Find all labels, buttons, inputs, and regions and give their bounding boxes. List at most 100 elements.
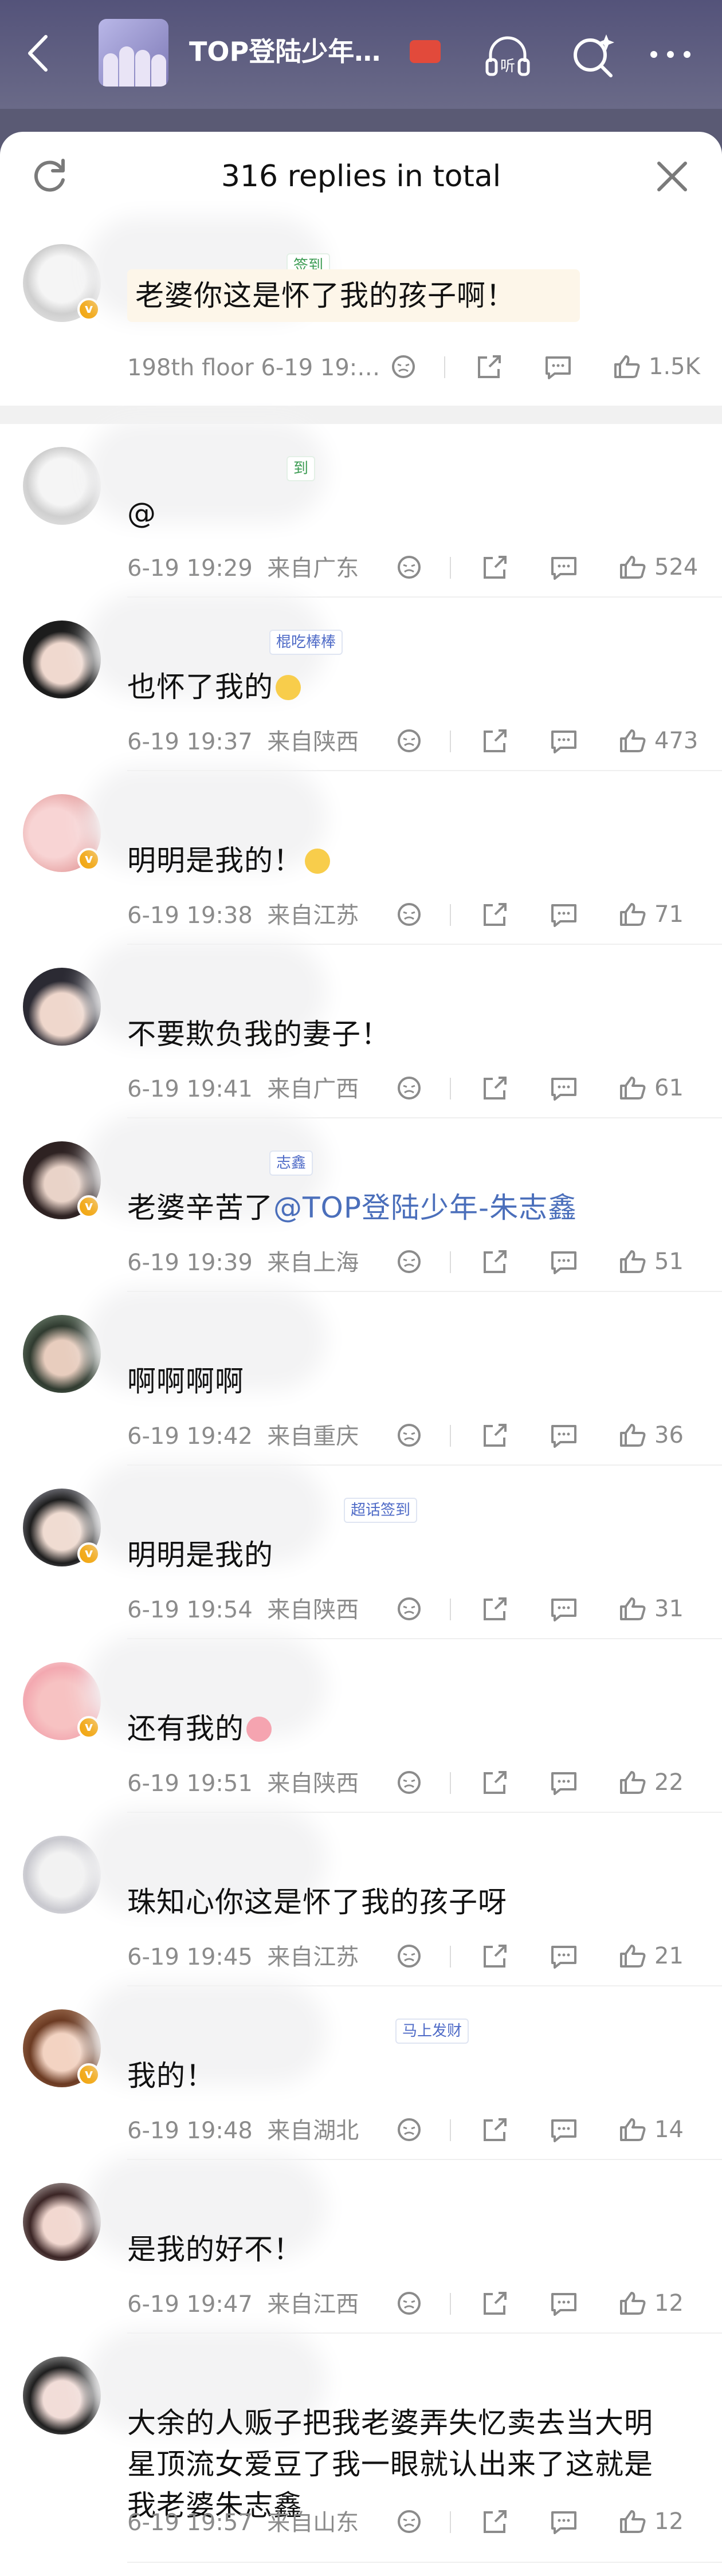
- reaction-button[interactable]: [395, 1418, 430, 1452]
- like-button[interactable]: 31: [619, 1592, 716, 1626]
- avatar[interactable]: [23, 2183, 101, 2261]
- topic-title[interactable]: TOP登陆少年…: [189, 34, 380, 69]
- comment-text: 明明是我的！: [127, 840, 682, 881]
- headphone-listen-icon[interactable]: 听: [482, 30, 533, 80]
- like-button[interactable]: 36: [619, 1418, 716, 1452]
- reaction-button[interactable]: [395, 2504, 430, 2539]
- listen-label: 听: [500, 58, 515, 75]
- reply-item[interactable]: v 超话签到 明明是我的 6-19 19:54 来自陕西 31: [0, 1466, 722, 1639]
- topic-cover-image[interactable]: [99, 19, 168, 87]
- like-button[interactable]: 22: [619, 1765, 716, 1800]
- reaction-button[interactable]: [395, 1765, 430, 1800]
- divider: [450, 1078, 451, 1099]
- reply-button[interactable]: [550, 897, 584, 932]
- share-button[interactable]: [481, 1418, 516, 1452]
- reply-item[interactable]: 啊啊啊啊 6-19 19:42 来自重庆 36: [0, 1292, 722, 1466]
- divider: [450, 1946, 451, 1968]
- like-button[interactable]: 71: [619, 897, 716, 932]
- avatar[interactable]: [23, 1836, 101, 1914]
- reply-button[interactable]: [550, 724, 584, 758]
- comment-icon: [551, 904, 576, 927]
- share-icon: [484, 2510, 507, 2533]
- reaction-button[interactable]: [395, 550, 430, 584]
- reply-button[interactable]: [550, 1244, 584, 1279]
- reply-item[interactable]: 到 @ 6-19 19:29 来自广东 524: [0, 424, 722, 598]
- share-button[interactable]: [481, 2112, 516, 2147]
- more-dots-icon[interactable]: [645, 32, 696, 77]
- share-button[interactable]: [481, 1592, 516, 1626]
- like-button[interactable]: 21: [619, 1939, 716, 1973]
- verified-badge-icon: v: [77, 1716, 100, 1739]
- mention-link[interactable]: @TOP登陆少年-朱志鑫: [273, 1191, 577, 1224]
- verified-badge-icon: v: [77, 848, 100, 871]
- root-comment[interactable]: v 签到 老婆你这是怀了我的孩子啊！ 198th floor 6-19 19:……: [0, 221, 722, 406]
- reaction-button[interactable]: [395, 724, 430, 758]
- avatar[interactable]: [23, 621, 101, 698]
- face-reaction-icon: [398, 1077, 421, 1099]
- comment-text: 不要欺负我的妻子！: [127, 1014, 682, 1055]
- reply-item[interactable]: 不要欺负我的妻子！ 6-19 19:41 来自广西 61: [0, 945, 722, 1118]
- share-button[interactable]: [481, 550, 516, 584]
- comment-meta: 6-19 19:45 来自江苏: [127, 1940, 359, 1974]
- reaction-button[interactable]: [395, 897, 430, 932]
- reply-item[interactable]: v 还有我的 6-19 19:51 来自陕西 22: [0, 1639, 722, 1813]
- reply-button[interactable]: [550, 1592, 584, 1626]
- reply-button[interactable]: [550, 2504, 584, 2539]
- reply-button[interactable]: [550, 1765, 584, 1800]
- avatar[interactable]: [23, 447, 101, 525]
- like-button[interactable]: 1.5K: [613, 350, 711, 384]
- like-button[interactable]: 12: [619, 2504, 716, 2539]
- comment-body: 啊啊啊啊: [127, 1365, 244, 1398]
- user-tag: 棍吃棒棒: [269, 630, 343, 655]
- reaction-button[interactable]: [395, 1592, 430, 1626]
- share-button[interactable]: [481, 724, 516, 758]
- reply-item[interactable]: 是我的好不！ 6-19 19:47 来自江西 12: [0, 2160, 722, 2334]
- comment-actions: 31: [384, 1592, 722, 1626]
- like-button[interactable]: 14: [619, 2112, 716, 2147]
- share-button[interactable]: [481, 2504, 516, 2539]
- like-button[interactable]: 12: [619, 2286, 716, 2320]
- share-button[interactable]: [481, 1939, 516, 1973]
- reply-item[interactable]: 大余的人贩子把我老婆弄失忆卖去当大明星顶流女爱豆了我一眼就认出来了这就是我老婆朱…: [0, 2334, 722, 2563]
- reaction-button[interactable]: [395, 1939, 430, 1973]
- like-button[interactable]: 61: [619, 1071, 716, 1105]
- like-button[interactable]: 524: [619, 550, 716, 584]
- reply-item[interactable]: 珠知心你这是怀了我的孩子呀 6-19 19:45 来自江苏 21: [0, 1813, 722, 1986]
- like-button[interactable]: 51: [619, 1244, 716, 1279]
- ai-search-icon[interactable]: [567, 30, 618, 80]
- reply-item[interactable]: v 明明是我的！ 6-19 19:38 来自江苏 71: [0, 771, 722, 945]
- shy-emoji-icon: [276, 675, 301, 700]
- share-button[interactable]: [481, 897, 516, 932]
- share-button[interactable]: [476, 350, 510, 384]
- reply-button[interactable]: [550, 2112, 584, 2147]
- reaction-button[interactable]: [395, 2286, 430, 2320]
- share-button[interactable]: [481, 1071, 516, 1105]
- comment-time: 6-19 19:29: [127, 555, 253, 582]
- reply-button[interactable]: [550, 1418, 584, 1452]
- verified-badge-icon: v: [77, 2063, 100, 2086]
- share-button[interactable]: [481, 2286, 516, 2320]
- comment-time: 6-19 19:51: [127, 1770, 253, 1797]
- reaction-button[interactable]: [390, 350, 424, 384]
- like-button[interactable]: 473: [619, 724, 716, 758]
- avatar[interactable]: [23, 968, 101, 1046]
- reply-button[interactable]: [550, 1071, 584, 1105]
- reply-button[interactable]: [550, 2286, 584, 2320]
- comment-icon: [551, 2293, 576, 2316]
- reply-item[interactable]: 棍吃棒棒 也怀了我的 6-19 19:37 来自陕西 473: [0, 598, 722, 771]
- reply-button[interactable]: [544, 350, 579, 384]
- reaction-button[interactable]: [395, 1071, 430, 1105]
- share-icon: [484, 556, 507, 579]
- close-icon[interactable]: [653, 158, 691, 195]
- reply-item[interactable]: v 志鑫 老婆辛苦了@TOP登陆少年-朱志鑫 6-19 19:39 来自上海 5…: [0, 1118, 722, 1292]
- reply-button[interactable]: [550, 550, 584, 584]
- back-arrow-icon[interactable]: [24, 33, 53, 73]
- reply-item[interactable]: v 马上发财 我的！ 6-19 19:48 来自湖北 14: [0, 1986, 722, 2160]
- share-button[interactable]: [481, 1244, 516, 1279]
- reaction-button[interactable]: [395, 1244, 430, 1279]
- share-button[interactable]: [481, 1765, 516, 1800]
- avatar[interactable]: [23, 1315, 101, 1393]
- reply-button[interactable]: [550, 1939, 584, 1973]
- reaction-button[interactable]: [395, 2112, 430, 2147]
- avatar[interactable]: [23, 2357, 101, 2434]
